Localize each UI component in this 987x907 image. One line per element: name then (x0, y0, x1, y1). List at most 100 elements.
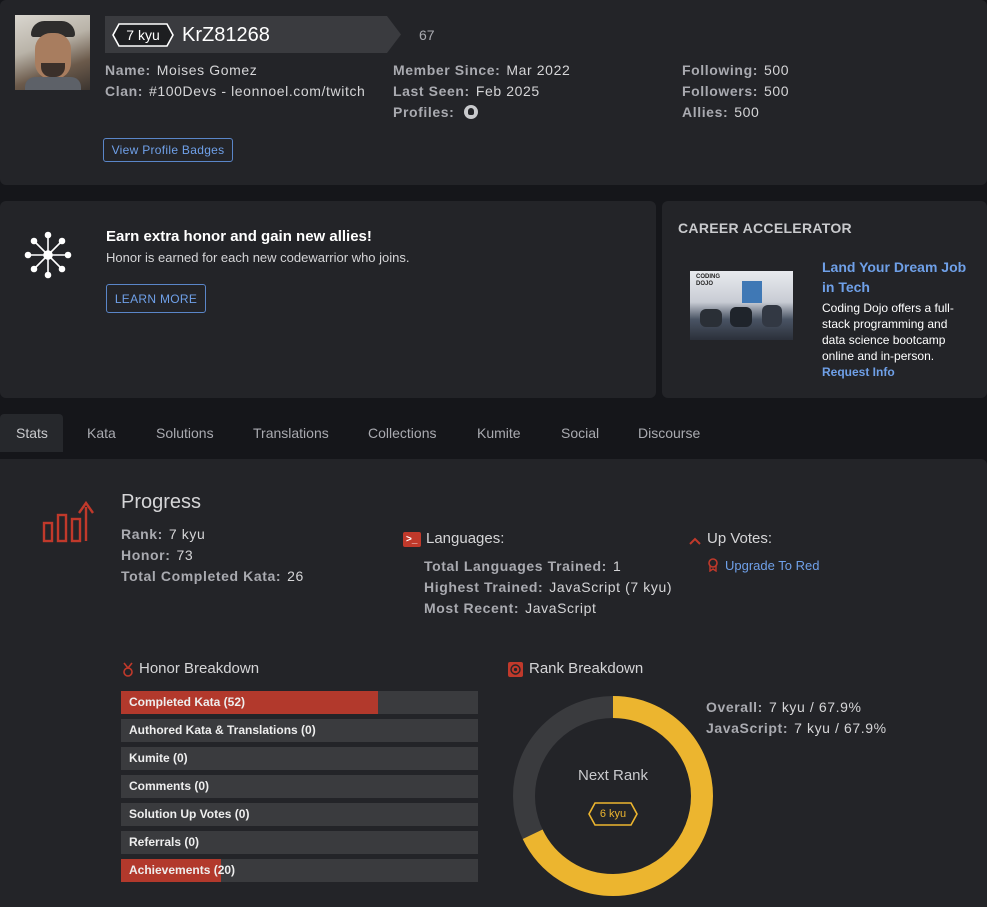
rank-row: Rank: 7 kyu (121, 526, 205, 542)
overall-value: 7 kyu / 67.9% (768, 699, 862, 715)
tab-solutions[interactable]: Solutions (140, 414, 230, 452)
ad-body: Coding Dojo offers a full-stack programm… (822, 300, 974, 380)
honor-label: Honor: (121, 547, 171, 563)
promo-text: Honor is earned for each new codewarrior… (106, 250, 410, 265)
profile-card: 7 kyu KrZ81268 67 Name: Moises Gomez Clan… (0, 0, 987, 185)
upvotes-title: Up Votes: (707, 530, 773, 547)
member-since-value: Mar 2022 (506, 62, 571, 78)
honor-bar-label: Comments (0) (129, 779, 210, 793)
chevron-up-icon (689, 537, 701, 545)
tab-stats[interactable]: Stats (0, 414, 63, 452)
honor-bar-referrals: Referrals (0) (121, 831, 478, 854)
tab-social[interactable]: Social (545, 414, 615, 452)
view-profile-badges-button[interactable]: View Profile Badges (103, 138, 233, 162)
honor-bar-completed-kata: Completed Kata (52) (121, 691, 478, 714)
target-icon (508, 662, 523, 677)
most-recent-label: Most Recent: (424, 600, 520, 616)
honor-bar-achievements: Achievements (20) (121, 859, 478, 882)
rank-badge: 7 kyu (112, 23, 174, 47)
honor-bar-kumite: Kumite (0) (121, 747, 478, 770)
honor-bar-label: Achievements (20) (129, 863, 236, 877)
learn-more-button[interactable]: LEARN MORE (106, 284, 206, 313)
languages-trained-value: 1 (612, 558, 622, 574)
honor-bar-authored-kata: Authored Kata & Translations (0) (121, 719, 478, 742)
following-label: Following: (682, 62, 758, 78)
allies-row[interactable]: Allies: 500 (682, 104, 759, 120)
progress-title: Progress (121, 491, 202, 513)
last-seen-row: Last Seen: Feb 2025 (393, 83, 540, 99)
tab-kumite[interactable]: Kumite (461, 414, 537, 452)
next-rank-badge: 6 kyu (588, 802, 638, 826)
overall-row: Overall: 7 kyu / 67.9% (706, 699, 862, 715)
allies-label: Allies: (682, 104, 729, 120)
tab-discourse[interactable]: Discourse (622, 414, 716, 452)
career-heading: CAREER ACCELERATOR (678, 220, 852, 236)
completed-label: Total Completed Kata: (121, 568, 282, 584)
javascript-row: JavaScript: 7 kyu / 67.9% (706, 720, 887, 736)
honor-bar-label: Referrals (0) (129, 835, 200, 849)
tab-collections[interactable]: Collections (352, 414, 452, 452)
name-row: Name: Moises Gomez (105, 62, 257, 78)
most-recent-value: JavaScript (525, 600, 597, 616)
rank-breakdown-title: Rank Breakdown (529, 660, 644, 677)
request-info-link[interactable]: Request Info (822, 365, 895, 379)
honor-bar-comments: Comments (0) (121, 775, 478, 798)
next-rank-badge-label: 6 kyu (599, 808, 627, 820)
clan-row: Clan: #100Devs - leonnoel.com/twitch (105, 83, 365, 99)
member-since-label: Member Since: (393, 62, 501, 78)
honor-bar-label: Completed Kata (52) (129, 695, 246, 709)
upgrade-to-red-link[interactable]: Upgrade To Red (725, 558, 819, 573)
ad-image[interactable]: CODING DOJO (690, 271, 793, 340)
followers-label: Followers: (682, 83, 759, 99)
progress-chart-icon (42, 500, 94, 543)
ad-image-logo: CODING DOJO (696, 274, 720, 287)
avatar[interactable] (15, 15, 90, 90)
completed-value: 26 (287, 568, 304, 584)
username: KrZ81268 (182, 24, 270, 46)
highest-trained-value: JavaScript (7 kyu) (549, 579, 673, 595)
honor-breakdown-title: Honor Breakdown (139, 660, 260, 677)
member-since-row: Member Since: Mar 2022 (393, 62, 570, 78)
career-card: CAREER ACCELERATOR CODING DOJO Land Your… (662, 201, 987, 398)
honor-row: Honor: 73 (121, 547, 193, 563)
promo-title: Earn extra honor and gain new allies! (106, 228, 372, 245)
honor-score: 67 (419, 27, 435, 43)
rank-value: 7 kyu (168, 526, 206, 542)
allies-value: 500 (734, 104, 760, 120)
ad-text: Coding Dojo offers a full-stack programm… (822, 301, 954, 363)
next-rank-label: Next Rank (577, 767, 649, 784)
rank-donut (513, 696, 713, 896)
most-recent-row: Most Recent: JavaScript (424, 600, 596, 616)
languages-trained-label: Total Languages Trained: (424, 558, 607, 574)
last-seen-label: Last Seen: (393, 83, 470, 99)
honor-bar-solution-up-votes: Solution Up Votes (0) (121, 803, 478, 826)
languages-title: Languages: (426, 530, 505, 547)
honor-bar-label: Kumite (0) (129, 751, 188, 765)
name-label: Name: (105, 62, 151, 78)
followers-value: 500 (764, 83, 790, 99)
tab-translations[interactable]: Translations (237, 414, 345, 452)
github-icon[interactable] (464, 105, 479, 119)
honor-bar-label: Solution Up Votes (0) (129, 807, 250, 821)
following-row[interactable]: Following: 500 (682, 62, 789, 78)
overall-label: Overall: (706, 699, 763, 715)
highest-trained-row: Highest Trained: JavaScript (7 kyu) (424, 579, 672, 595)
highest-trained-label: Highest Trained: (424, 579, 544, 595)
honor-value: 73 (176, 547, 194, 563)
javascript-value: 7 kyu / 67.9% (794, 720, 887, 736)
ad-title[interactable]: Land Your Dream Job in Tech (822, 257, 978, 297)
following-value: 500 (763, 62, 790, 78)
ribbon-icon (708, 558, 718, 572)
honor-bar-label: Authored Kata & Translations (0) (129, 723, 316, 737)
profiles-row: Profiles: (393, 104, 479, 120)
rank-label: Rank: (121, 526, 163, 542)
network-icon (24, 231, 72, 279)
languages-trained-row: Total Languages Trained: 1 (424, 558, 621, 574)
tab-kata[interactable]: Kata (71, 414, 132, 452)
completed-row: Total Completed Kata: 26 (121, 568, 304, 584)
clan-value: #100Devs - leonnoel.com/twitch (149, 83, 366, 99)
last-seen-value: Feb 2025 (475, 83, 540, 99)
rank-badge-label: 7 kyu (126, 27, 160, 43)
followers-row[interactable]: Followers: 500 (682, 83, 789, 99)
clan-label: Clan: (105, 83, 143, 99)
